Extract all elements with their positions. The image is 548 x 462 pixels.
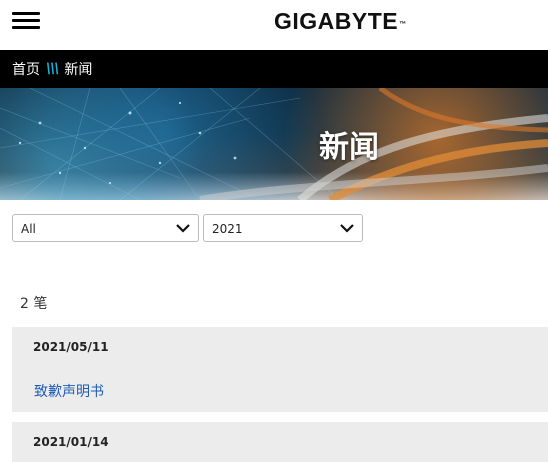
result-count: 2 笔 (20, 296, 48, 312)
news-title-link[interactable]: 致歉声明书 (34, 381, 104, 401)
brand-logo-text: GIGABYTE (274, 8, 399, 34)
breadcrumb: 首页 \\\ 新闻 (0, 50, 548, 88)
hero-banner: 新闻 (0, 88, 548, 200)
page-title: 新闻 (319, 130, 379, 165)
top-header: GIGABYTE™ (0, 0, 548, 50)
year-filter-value: 2021 (212, 222, 243, 236)
brand-logo[interactable]: GIGABYTE™ (274, 6, 407, 36)
chevron-down-icon (176, 224, 190, 233)
list-item: 2021/01/14 (12, 422, 548, 462)
news-date: 2021/05/11 (33, 340, 109, 354)
breadcrumb-home-link[interactable]: 首页 (12, 59, 40, 79)
trademark-mark: ™ (399, 21, 407, 28)
list-item: 2021/05/11 致歉声明书 (12, 327, 548, 412)
menu-icon[interactable] (12, 11, 40, 31)
chevron-down-icon (340, 224, 354, 233)
menu-icon-bar (12, 26, 40, 29)
news-date: 2021/01/14 (33, 435, 109, 449)
menu-icon-bar (12, 12, 40, 15)
breadcrumb-current: 新闻 (64, 62, 93, 78)
menu-icon-bar (12, 19, 40, 22)
year-filter-select[interactable]: 2021 (203, 214, 363, 242)
category-filter-value: All (21, 222, 36, 236)
breadcrumb-separator: \\\ (46, 61, 59, 77)
category-filter-select[interactable]: All (12, 214, 199, 242)
